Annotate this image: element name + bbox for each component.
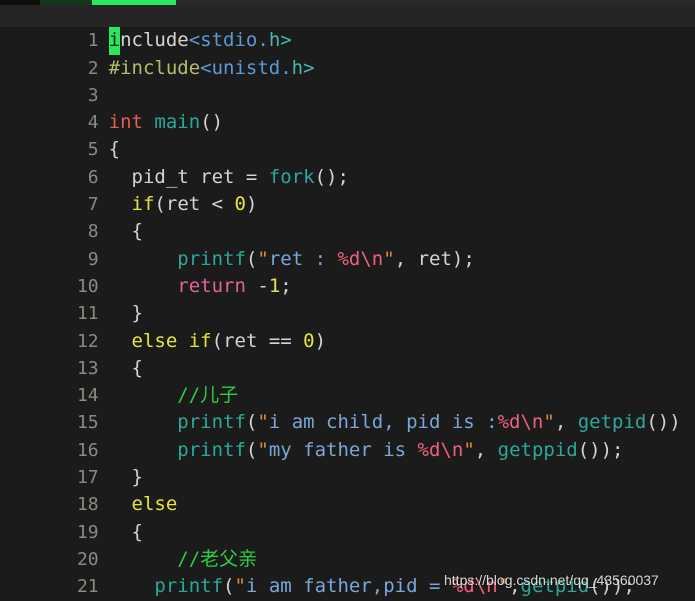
code-line-22[interactable]: 22 printf("father is = %d\n",getppid()); [0, 573, 695, 600]
code-line-13[interactable]: 13 { [0, 328, 695, 379]
code-line-20[interactable]: 20 //老父亲 [0, 519, 695, 570]
code-text-area[interactable]: 1 include<stdio.h> 2 #include<unistd.h> 3 … [0, 0, 695, 601]
code-line-15[interactable]: 15 printf("i am child, pid is :%d\n", ge… [0, 382, 695, 433]
code-line-2[interactable]: 2 #include<unistd.h> [0, 27, 695, 79]
code-line-5[interactable]: 5{ [0, 109, 695, 160]
code-line-12[interactable]: 12 else if(ret == 0) [0, 300, 695, 352]
code-line-9[interactable]: 9 printf("ret : %d\n", ret); [0, 218, 695, 270]
code-line-10[interactable]: 10 return -1; [0, 246, 695, 297]
code-line-7[interactable]: 7 if(ret < 0) [0, 164, 695, 215]
strip-dark-segment [40, 0, 92, 5]
code-line-21[interactable]: 21 printf("i am father,pid = %d\n",getpi… [0, 546, 695, 597]
strip-tail-segment [176, 0, 695, 5]
code-editor-window: 1 include<stdio.h> 2 #include<unistd.h> 3 … [0, 0, 695, 601]
tab-progress-strip[interactable] [0, 0, 695, 5]
code-line-11[interactable]: 11 } [0, 273, 695, 324]
code-line-19[interactable]: 19 { [0, 491, 695, 543]
strip-green-segment [92, 0, 176, 5]
code-line-4[interactable]: 4 int main() [0, 82, 695, 133]
code-line-14[interactable]: 14 //儿子 [0, 355, 695, 406]
code-line-3[interactable]: 3 [0, 55, 695, 106]
code-line-8[interactable]: 8 { [0, 191, 695, 242]
code-line-16[interactable]: 16 printf("my father is %d\n", getppid()… [0, 409, 695, 461]
code-line-18[interactable]: 18 else [0, 464, 695, 515]
code-line-17[interactable]: 17 } [0, 437, 695, 488]
code-line-6[interactable]: 6 pid_t ret = fork(); [0, 136, 695, 188]
